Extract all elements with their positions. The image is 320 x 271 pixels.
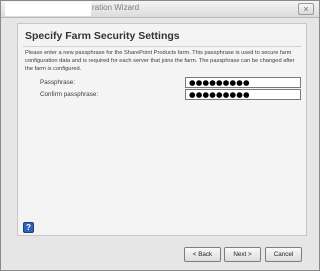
wizard-window: ration Wizard × Specify Farm Security Se… (0, 0, 320, 271)
cancel-button[interactable]: Cancel (265, 247, 302, 262)
close-button[interactable]: × (298, 3, 314, 15)
help-button[interactable]: ? (23, 222, 34, 233)
page-title: Specify Farm Security Settings (25, 30, 180, 42)
window-title: ration Wizard (92, 3, 140, 12)
title-bar: ration Wizard × (1, 1, 319, 18)
passphrase-label: Passphrase: (40, 79, 76, 86)
title-divider (23, 46, 301, 47)
page-description: Please enter a new passphrase for the Sh… (25, 50, 295, 72)
help-icon: ? (26, 223, 31, 232)
passphrase-input[interactable]: ●●●●●●●●● (185, 77, 301, 88)
next-button[interactable]: Next > (224, 247, 261, 262)
close-icon: × (303, 4, 309, 14)
confirm-passphrase-label: Confirm passphrase: (40, 91, 99, 98)
redacted-title-area (5, 2, 91, 16)
back-button[interactable]: < Back (184, 247, 221, 262)
confirm-passphrase-input[interactable]: ●●●●●●●●● (185, 89, 301, 100)
wizard-content-panel: Specify Farm Security Settings Please en… (17, 23, 307, 236)
